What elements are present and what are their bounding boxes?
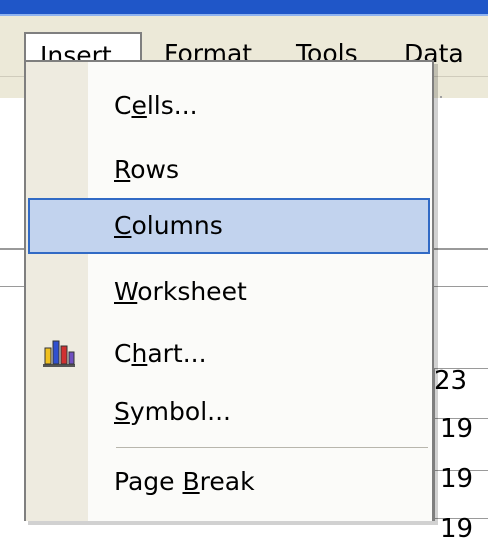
menu-item-label: Chart... xyxy=(114,339,207,368)
insert-dropdown-menu: Cells... Rows Columns Worksheet Chart...… xyxy=(24,60,434,521)
menu-item-cells[interactable]: Cells... xyxy=(28,78,430,134)
menu-item-label: Columns xyxy=(114,211,223,240)
menu-item-label: Symbol... xyxy=(114,397,231,426)
mnemonic-letter: C xyxy=(114,211,132,240)
menu-item-label: Rows xyxy=(114,155,180,184)
menu-item-rows[interactable]: Rows xyxy=(28,142,430,198)
menu-separator xyxy=(116,447,428,448)
mnemonic-letter: B xyxy=(182,467,200,496)
window-titlebar-edge xyxy=(0,0,488,16)
cell-value: 19 xyxy=(440,514,474,544)
menu-item-label: Page Break xyxy=(114,467,255,496)
menu-item-label: Worksheet xyxy=(114,277,247,306)
chart-icon xyxy=(43,340,75,367)
mnemonic-letter: S xyxy=(114,397,130,426)
mnemonic-letter: h xyxy=(131,339,148,368)
mnemonic-letter: W xyxy=(114,277,138,306)
menu-item-chart[interactable]: Chart... xyxy=(28,326,430,382)
cell-value: 19 xyxy=(440,414,474,444)
menu-item-page-break[interactable]: Page Break xyxy=(28,454,430,510)
menu-item-symbol[interactable]: Symbol... xyxy=(28,384,430,440)
mnemonic-letter: e xyxy=(131,91,147,120)
menu-item-worksheet[interactable]: Worksheet xyxy=(28,264,430,320)
cell-value: 23 xyxy=(434,366,468,396)
mnemonic-letter: R xyxy=(114,155,131,184)
cell-value: 19 xyxy=(440,464,474,494)
menu-item-label: Cells... xyxy=(114,91,198,120)
menu-item-columns[interactable]: Columns xyxy=(28,198,430,254)
